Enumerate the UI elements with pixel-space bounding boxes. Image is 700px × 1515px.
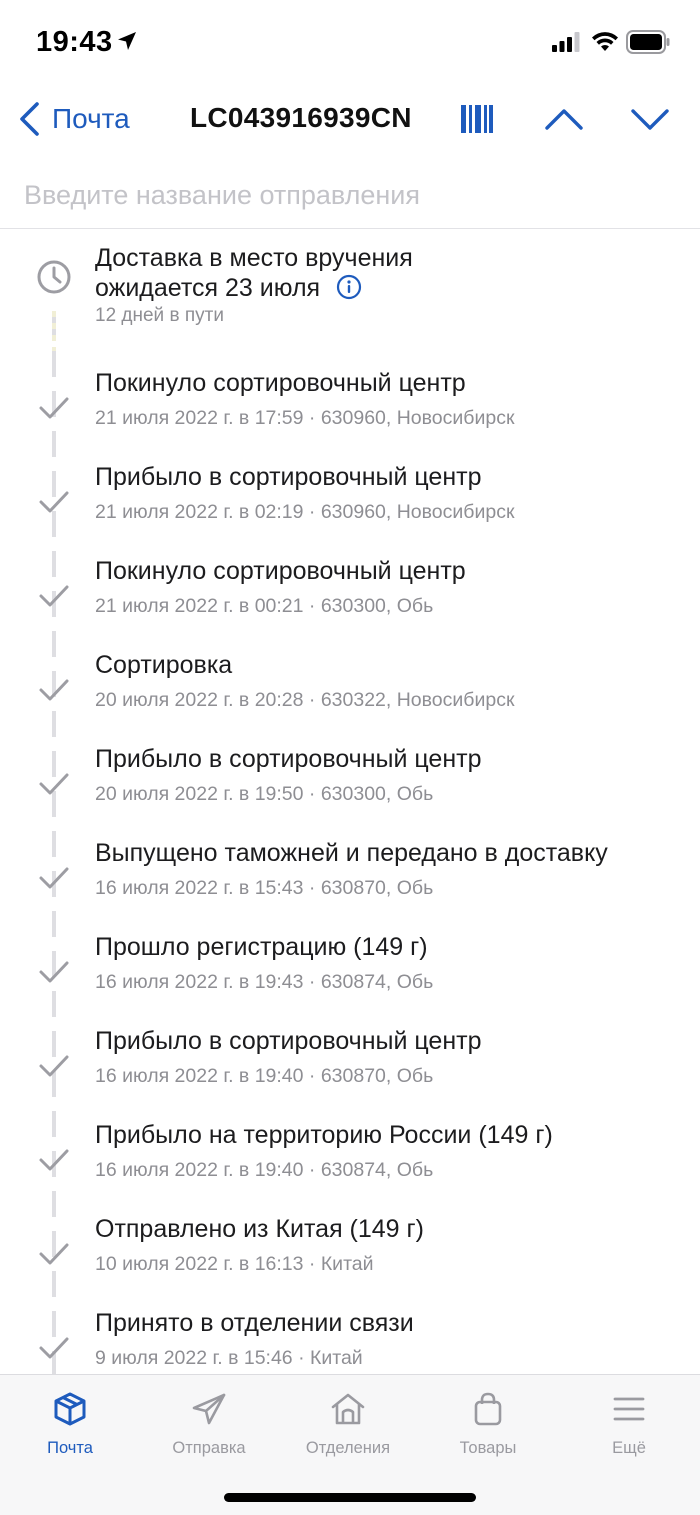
event-title: Сортировка [95, 651, 233, 679]
tab-label: Отделения [305, 1439, 391, 1457]
checkmark-icon [39, 1337, 69, 1359]
tab-label: Отправка [172, 1439, 246, 1457]
tracking-event: Прибыло в сортировочный центр 21 июля 20… [0, 463, 700, 557]
event-title: Принято в отделении связи [95, 1309, 414, 1337]
event-meta: 20 июля 2022 г. в 20:28 · 630322, Новоси… [95, 689, 515, 711]
forecast-title-line2-row: ожидается 23 июля [95, 273, 615, 303]
delivery-forecast: Доставка в место вручения ожидается 23 и… [0, 237, 700, 337]
tracking-timeline[interactable]: Доставка в место вручения ожидается 23 и… [0, 229, 700, 1374]
barcode-icon[interactable] [460, 104, 494, 134]
checkmark-icon [39, 585, 69, 607]
event-meta: 9 июля 2022 г. в 15:46 · Китай [95, 1347, 363, 1369]
tab-more[interactable]: Ещё [569, 1389, 689, 1469]
event-meta: 16 июля 2022 г. в 15:43 · 630870, Обь [95, 877, 434, 899]
tab-label: Ещё [612, 1439, 646, 1457]
checkmark-icon [39, 1243, 69, 1265]
event-title: Покинуло сортировочный центр [95, 557, 466, 585]
house-icon [331, 1393, 365, 1425]
navigation-bar: Почта LC043916939CN [0, 84, 700, 154]
event-meta: 21 июля 2022 г. в 17:59 · 630960, Новоси… [95, 407, 515, 429]
cellular-signal-icon [552, 32, 580, 52]
tab-goods[interactable]: Товары [428, 1389, 548, 1469]
event-meta: 16 июля 2022 г. в 19:40 · 630870, Обь [95, 1065, 434, 1087]
wifi-icon [592, 32, 618, 51]
back-button[interactable]: Почта [18, 98, 130, 140]
parcel-name-input[interactable] [24, 172, 674, 218]
search-bar [0, 164, 700, 229]
chevron-left-icon [20, 102, 39, 136]
tracking-event: Сортировка 20 июля 2022 г. в 20:28 · 630… [0, 651, 700, 745]
event-title: Покинуло сортировочный центр [95, 369, 466, 397]
event-title: Прибыло в сортировочный центр [95, 745, 482, 773]
tracking-event: Отправлено из Китая (149 г) 10 июля 2022… [0, 1215, 700, 1309]
shopping-bag-icon [474, 1392, 502, 1426]
event-meta: 16 июля 2022 г. в 19:43 · 630874, Обь [95, 971, 434, 993]
event-meta: 10 июля 2022 г. в 16:13 · Китай [95, 1253, 374, 1275]
home-indicator[interactable] [224, 1493, 476, 1502]
event-title: Прибыло в сортировочный центр [95, 1027, 482, 1055]
tab-label: Товары [459, 1439, 517, 1457]
battery-icon [626, 30, 670, 54]
tab-send[interactable]: Отправка [149, 1389, 269, 1469]
tracking-event: Покинуло сортировочный центр 21 июля 202… [0, 557, 700, 651]
tracking-event: Выпущено таможней и передано в доставку … [0, 839, 700, 933]
event-title: Прибыло на территорию России (149 г) [95, 1121, 553, 1149]
paper-plane-icon [192, 1393, 226, 1425]
tracking-event: Прибыло на территорию России (149 г) 16 … [0, 1121, 700, 1215]
forecast-title-line2: ожидается 23 июля [95, 274, 321, 302]
event-meta: 21 июля 2022 г. в 02:19 · 630960, Новоси… [95, 501, 515, 523]
location-arrow-icon [118, 32, 136, 50]
checkmark-icon [39, 867, 69, 889]
checkmark-icon [39, 679, 69, 701]
tracking-number-title: LC043916939CN [190, 102, 412, 133]
status-time: 19:43 [36, 26, 113, 58]
tab-label: Почта [47, 1439, 93, 1457]
forecast-title-line1: Доставка в место вручения [95, 244, 413, 272]
tracking-event: Прибыло в сортировочный центр 20 июля 20… [0, 745, 700, 839]
back-label: Почта [52, 103, 130, 134]
checkmark-icon [39, 773, 69, 795]
tracking-event: Покинуло сортировочный центр 21 июля 202… [0, 369, 700, 463]
clock-icon [37, 260, 71, 294]
checkmark-icon [39, 491, 69, 513]
tab-offices[interactable]: Отделения [288, 1389, 408, 1469]
menu-icon [613, 1397, 645, 1421]
tracking-event: Прошло регистрацию (149 г) 16 июля 2022 … [0, 933, 700, 1027]
tracking-screen: 19:43 Почта LC043916939CN Введите назван… [0, 0, 700, 1515]
event-title: Отправлено из Китая (149 г) [95, 1215, 424, 1243]
event-title: Прибыло в сортировочный центр [95, 463, 482, 491]
box-icon [54, 1392, 86, 1426]
checkmark-icon [39, 397, 69, 419]
tracking-event: Принято в отделении связи 9 июля 2022 г.… [0, 1309, 700, 1374]
forecast-title: Доставка в место вручения ожидается 23 и… [95, 243, 615, 303]
checkmark-icon [39, 1149, 69, 1171]
event-title: Прошло регистрацию (149 г) [95, 933, 428, 961]
event-meta: 21 июля 2022 г. в 00:21 · 630300, Обь [95, 595, 434, 617]
days-in-transit: 12 дней в пути [95, 305, 224, 326]
chevron-up-icon[interactable] [544, 102, 584, 136]
checkmark-icon [39, 1055, 69, 1077]
checkmark-icon [39, 961, 69, 983]
tracking-event: Прибыло в сортировочный центр 16 июля 20… [0, 1027, 700, 1121]
event-title: Выпущено таможней и передано в доставку [95, 839, 608, 867]
event-meta: 20 июля 2022 г. в 19:50 · 630300, Обь [95, 783, 434, 805]
status-bar: 19:43 [0, 0, 700, 84]
info-icon[interactable] [336, 274, 362, 300]
event-meta: 16 июля 2022 г. в 19:40 · 630874, Обь [95, 1159, 434, 1181]
tab-mail[interactable]: Почта [10, 1389, 130, 1469]
chevron-down-icon[interactable] [630, 102, 670, 136]
